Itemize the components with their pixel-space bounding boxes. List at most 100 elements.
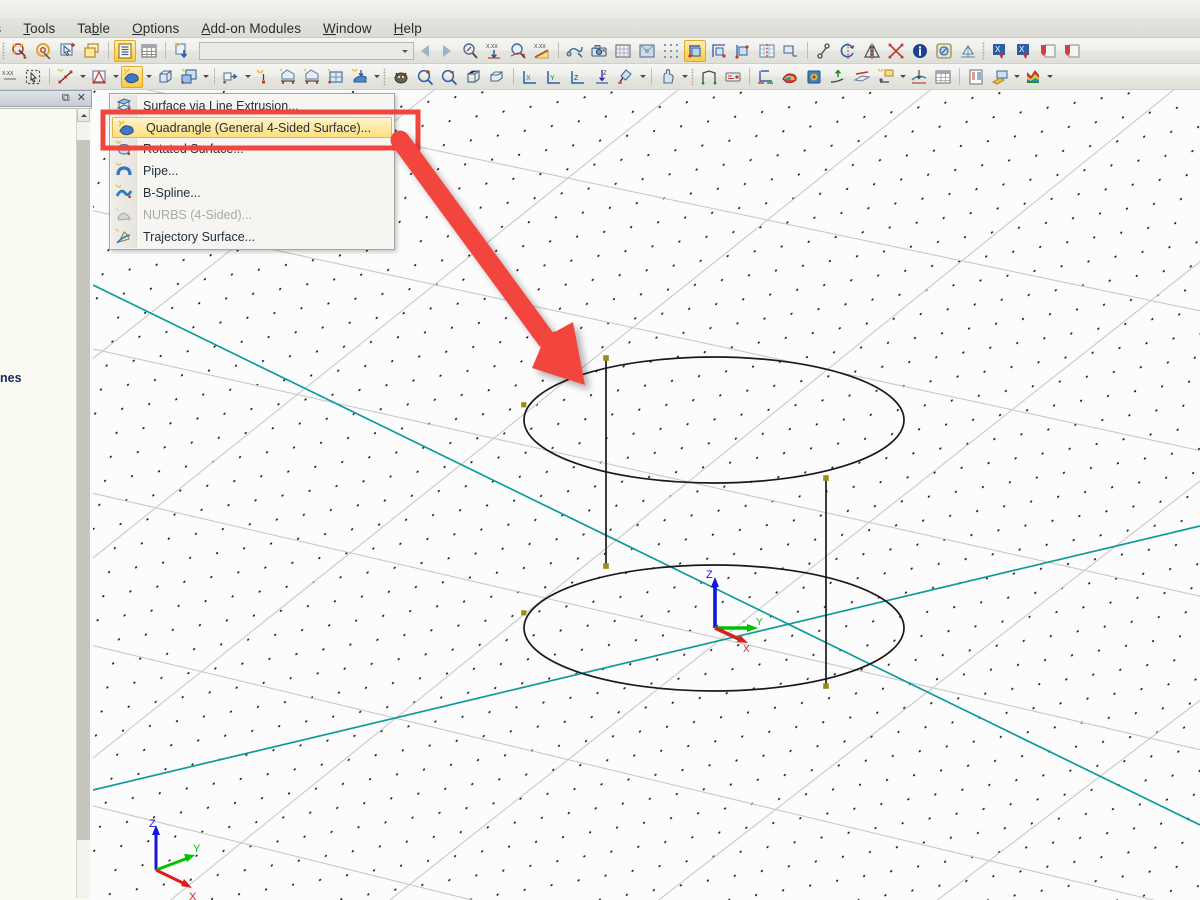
result-slice-tool[interactable] — [851, 66, 873, 88]
intersect-tool[interactable] — [885, 40, 907, 62]
measure-tool[interactable] — [564, 40, 586, 62]
pdf-import-tool[interactable] — [1061, 40, 1083, 62]
new-member-hinge-tool[interactable] — [301, 66, 323, 88]
chevron-down-icon[interactable] — [402, 49, 408, 53]
display-props-dropdown-arrow[interactable] — [638, 66, 647, 88]
coordinate-system-tool[interactable] — [684, 39, 706, 62]
new-polygon-tool[interactable] — [88, 66, 110, 88]
show-table-tool[interactable] — [114, 39, 136, 62]
xxx-node-tool[interactable]: X.XX — [1, 66, 20, 88]
nav-back-button[interactable] — [414, 40, 436, 62]
zoom-window-tool[interactable] — [486, 66, 508, 88]
coordinate-system-2-tool[interactable] — [708, 40, 730, 62]
zoom-out-tool[interactable] — [438, 66, 460, 88]
graphic-print-dropdown-arrow[interactable] — [1012, 66, 1021, 88]
rotate-axis-tool[interactable] — [837, 40, 859, 62]
result-value-tool[interactable] — [875, 66, 897, 88]
pdf-export-tool[interactable] — [1037, 40, 1059, 62]
menu-item-trajectory-surface[interactable]: Trajectory Surface... — [110, 226, 394, 248]
dimension-value-tool[interactable]: X.XX — [483, 40, 505, 62]
graphic-print-tool[interactable] — [989, 66, 1011, 88]
grid-plane-tool[interactable] — [756, 40, 778, 62]
menu-item-quadrangle-general-4-sided-surface[interactable]: Quadrangle (General 4-Sided Surface)... — [112, 117, 392, 138]
show-grid-table-tool[interactable] — [138, 40, 160, 62]
menu-item-window[interactable]: Window — [312, 19, 383, 38]
result-section-tool[interactable] — [908, 66, 930, 88]
new-line-dropdown-arrow[interactable] — [78, 66, 87, 88]
dot-grid-tool[interactable] — [660, 40, 682, 62]
new-line-support-tool[interactable] — [277, 66, 299, 88]
new-node-tool[interactable] — [9, 40, 31, 62]
new-opening-dropdown-arrow[interactable] — [201, 66, 210, 88]
camera-tool[interactable] — [588, 40, 610, 62]
new-surface-support-tool[interactable] — [325, 66, 347, 88]
menu-item-tools[interactable]: Tools — [12, 19, 66, 38]
surface-tool-dropdown-menu[interactable]: Surface via Line Extrusion... Quadrangle … — [109, 93, 395, 250]
menu-item-pipe[interactable]: Pipe... — [110, 160, 394, 182]
view-iso-tool[interactable]: Z — [591, 66, 613, 88]
result-value-dropdown-arrow[interactable] — [898, 66, 907, 88]
new-load-dropdown-arrow[interactable] — [372, 66, 381, 88]
new-support-tool[interactable] — [220, 66, 242, 88]
view-settings-tool[interactable] — [933, 40, 955, 62]
select-node-tool[interactable] — [57, 40, 79, 62]
toolbar-grip[interactable] — [2, 41, 5, 60]
new-surface-tool[interactable] — [121, 65, 143, 88]
panel-tree-item-label[interactable]: nes — [0, 371, 22, 385]
color-scale-dropdown-arrow[interactable] — [1045, 66, 1054, 88]
new-nodal-support-tool[interactable] — [253, 66, 275, 88]
close-icon[interactable]: ✕ — [77, 93, 86, 104]
plane-tool[interactable] — [780, 40, 802, 62]
printout-report-tool[interactable] — [965, 66, 987, 88]
menu-item-table[interactable]: Table — [66, 19, 121, 38]
mirror-tool[interactable] — [861, 40, 883, 62]
toolbar-grip[interactable] — [691, 67, 694, 86]
new-support-dropdown-arrow[interactable] — [243, 66, 252, 88]
xxx-slope-tool[interactable]: X.XX — [531, 40, 553, 62]
new-surface-dropdown-arrow[interactable] — [144, 66, 153, 88]
render-mode-tool[interactable] — [390, 66, 412, 88]
label-tool[interactable] — [722, 66, 744, 88]
display-props-tool[interactable] — [615, 66, 637, 88]
view-z-tool[interactable]: Z — [567, 66, 589, 88]
menu-item-results[interactable]: sults — [0, 19, 12, 38]
line-node-tool[interactable] — [813, 40, 835, 62]
export-excel-tool[interactable]: X — [989, 40, 1011, 62]
scroll-up-icon[interactable] — [77, 108, 90, 122]
new-opening-tool[interactable] — [178, 66, 200, 88]
result-table-tool[interactable] — [932, 66, 954, 88]
new-node-circle-tool[interactable] — [33, 40, 55, 62]
menu-item-b-spline[interactable]: B-Spline... — [110, 182, 394, 204]
result-diagram-tool[interactable] — [755, 66, 777, 88]
scrollbar-thumb[interactable] — [77, 140, 90, 840]
coordinate-system-3-tool[interactable] — [732, 40, 754, 62]
menu-item-help[interactable]: Help — [383, 19, 433, 38]
rendering-tool[interactable] — [657, 66, 679, 88]
new-line-tool[interactable] — [55, 66, 77, 88]
zoom-in-tool[interactable] — [414, 66, 436, 88]
grid-photo-tool[interactable] — [612, 40, 634, 62]
object-search-combo[interactable] — [199, 41, 414, 60]
import-tool[interactable] — [171, 40, 193, 62]
render-tool[interactable] — [636, 40, 658, 62]
new-solid-tool[interactable] — [154, 66, 176, 88]
copy-window-tool[interactable] — [81, 40, 103, 62]
menu-item-surface-via-line-extrusion[interactable]: Surface via Line Extrusion... — [110, 95, 394, 117]
magnifier-plane-tool[interactable] — [507, 40, 529, 62]
color-scale-tool[interactable] — [1022, 66, 1044, 88]
nav-forward-button[interactable] — [436, 40, 458, 62]
menu-item-rotated-surface[interactable]: Rotated Surface... — [110, 138, 394, 160]
export-excel-2-tool[interactable]: X — [1013, 40, 1035, 62]
info-tool[interactable] — [909, 40, 931, 62]
new-load-tool[interactable] — [349, 66, 371, 88]
rendering-dropdown-arrow[interactable] — [680, 66, 689, 88]
toolbar-grip[interactable] — [982, 41, 985, 60]
view-y-tool[interactable]: Y — [543, 66, 565, 88]
mesh-tool[interactable] — [957, 40, 979, 62]
select-box-tool[interactable] — [22, 66, 44, 88]
view-x-tool[interactable]: X — [519, 66, 541, 88]
menu-item-options[interactable]: Options — [121, 19, 190, 38]
new-polygon-dropdown-arrow[interactable] — [111, 66, 120, 88]
deformation-tool[interactable] — [827, 66, 849, 88]
panel-scrollbar[interactable] — [76, 108, 90, 898]
